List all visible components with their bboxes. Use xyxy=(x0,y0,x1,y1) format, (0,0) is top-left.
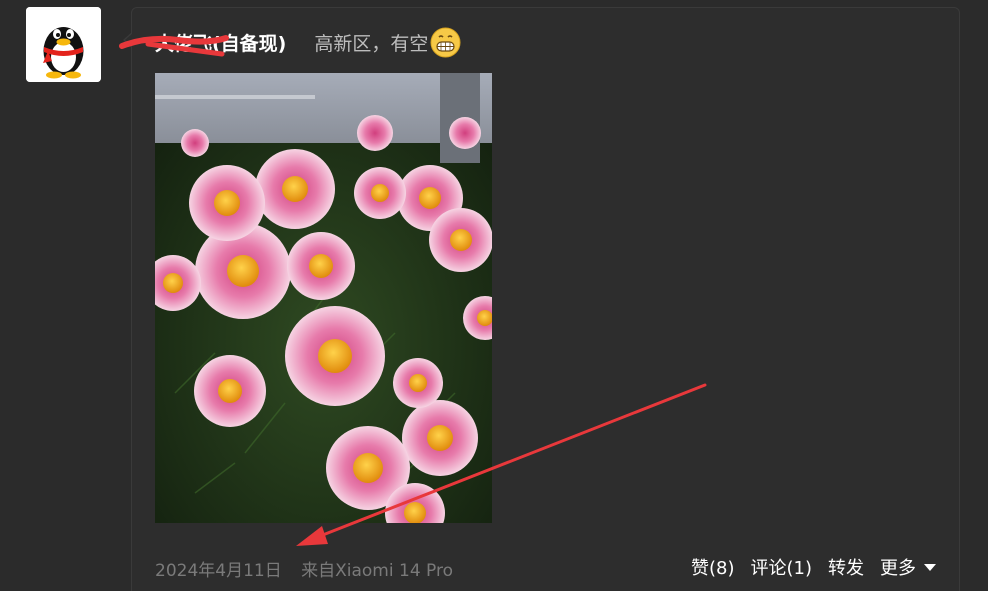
avatar[interactable] xyxy=(26,7,101,82)
author-name[interactable]: 大佬飞(自备现) xyxy=(155,29,286,56)
post-actions: 赞(8) 评论(1) 转发 更多 xyxy=(675,554,936,580)
caret-down-icon xyxy=(924,563,936,571)
qq-penguin-icon xyxy=(26,7,101,82)
grin-emoji-icon xyxy=(430,27,461,58)
like-button[interactable]: 赞(8) xyxy=(691,554,735,580)
comment-button[interactable]: 评论(1) xyxy=(751,554,813,580)
post-date[interactable]: 2024年4月11日 xyxy=(155,561,282,581)
more-button[interactable]: 更多 xyxy=(880,554,936,580)
more-label: 更多 xyxy=(880,558,916,579)
pink-daisies-photo[interactable] xyxy=(155,73,492,523)
card-pointer-fill xyxy=(125,33,133,47)
post-meta: 2024年4月11日 来自Xiaomi 14 Pro xyxy=(155,556,453,581)
post-header: 大佬飞(自备现) 高新区，有空 xyxy=(155,26,461,58)
feed-page: 大佬飞(自备现) 高新区，有空 2024年4月11日 来自Xiaomi 14 P… xyxy=(0,0,988,591)
post-text: 高新区，有空 xyxy=(314,32,429,55)
forward-button[interactable]: 转发 xyxy=(828,554,864,580)
post-source: 来自Xiaomi 14 Pro xyxy=(301,561,454,581)
